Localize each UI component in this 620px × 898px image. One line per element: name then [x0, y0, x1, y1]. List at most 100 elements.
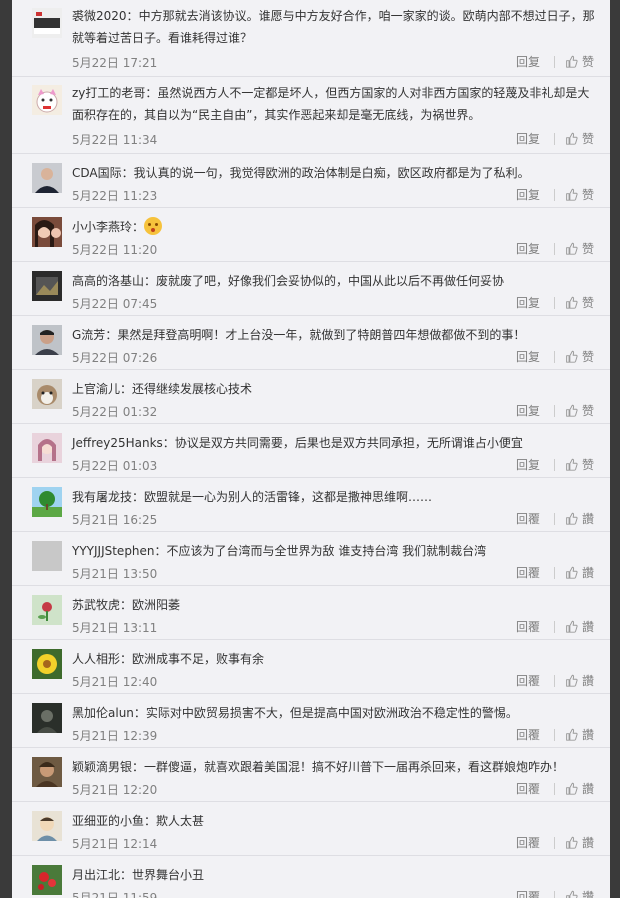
comment-username[interactable]: 我有屠龙技 — [72, 490, 132, 504]
action-divider — [553, 674, 555, 687]
avatar[interactable] — [32, 865, 62, 895]
avatar[interactable] — [32, 811, 62, 841]
like-label: 赞 — [581, 296, 594, 310]
like-button[interactable]: 赞 — [565, 456, 594, 473]
action-divider — [553, 836, 555, 849]
like-button[interactable]: 讚 — [565, 726, 594, 743]
like-button[interactable]: 赞 — [565, 348, 594, 365]
like-button[interactable]: 讚 — [565, 564, 594, 581]
reply-button[interactable]: 回复 — [516, 456, 540, 473]
reply-button[interactable]: 回复 — [516, 130, 540, 147]
comment-colon: ： — [121, 166, 134, 180]
action-divider — [553, 566, 555, 579]
reply-button[interactable]: 回复 — [516, 294, 540, 311]
like-button[interactable]: 赞 — [565, 294, 594, 311]
comment-body: 废就废了吧，好像我们会妥协似的，中国从此以后不再做任何妥协 — [156, 274, 505, 288]
action-divider — [553, 782, 555, 795]
like-button[interactable]: 赞 — [565, 186, 594, 203]
reply-button[interactable]: 回复 — [516, 53, 540, 70]
comment-timestamp: 5月21日 12:40 — [72, 675, 158, 689]
comment-username[interactable]: 高高的洛基山 — [72, 274, 144, 288]
like-button[interactable]: 讚 — [565, 780, 594, 797]
avatar[interactable] — [32, 541, 62, 571]
comment-username[interactable]: zy打工的老哥 — [72, 86, 145, 100]
comment-username[interactable]: 亚细亚的小鱼 — [72, 814, 144, 828]
comment-body: 一群傻逼，就喜欢跟着美国混！搞不好川普下一届再杀回来，看这群娘炮咋办！ — [144, 760, 565, 774]
avatar[interactable] — [32, 325, 62, 355]
like-label: 赞 — [581, 458, 594, 472]
like-label: 讚 — [581, 620, 594, 634]
reply-button[interactable]: 回覆 — [516, 780, 540, 797]
like-button[interactable]: 讚 — [565, 510, 594, 527]
comment-username[interactable]: YYYJJJStephen — [72, 544, 155, 558]
comment-username[interactable]: 颖颖滴男银 — [72, 760, 132, 774]
avatar[interactable] — [32, 163, 62, 193]
comment-timestamp: 5月21日 12:14 — [72, 837, 158, 851]
like-button[interactable]: 讚 — [565, 618, 594, 635]
comment-username[interactable]: 人人相形 — [72, 652, 120, 666]
comment-item: zy打工的老哥：虽然说西方人不一定都是坏人，但西方国家的人对非西方国家的轻蔑及非… — [12, 77, 610, 154]
comment-item: 我有屠龙技：欧盟就是一心为别人的活雷锋，这都是撒神思维啊…… 5月21日 16:2… — [12, 478, 610, 532]
reply-button[interactable]: 回覆 — [516, 510, 540, 527]
comment-item: 颖颖滴男银：一群傻逼，就喜欢跟着美国混！搞不好川普下一届再杀回来，看这群娘炮咋办… — [12, 748, 610, 802]
comment-colon: ： — [120, 598, 133, 612]
comment-actions: 回复 赞 — [516, 294, 594, 311]
comment-username[interactable]: 黑加伦alun — [72, 706, 134, 720]
comment-username[interactable]: 裘微2020 — [72, 9, 127, 23]
avatar[interactable] — [32, 757, 62, 787]
like-button[interactable]: 讚 — [565, 888, 594, 898]
avatar[interactable] — [32, 649, 62, 679]
comment-text: 亚细亚的小鱼：欺人太甚 — [72, 810, 596, 832]
comment-username[interactable]: 苏武牧虎 — [72, 598, 120, 612]
reply-button[interactable]: 回覆 — [516, 888, 540, 898]
avatar[interactable] — [32, 271, 62, 301]
comment-timestamp: 5月22日 11:23 — [72, 189, 158, 203]
like-button[interactable]: 赞 — [565, 130, 594, 147]
avatar[interactable] — [32, 379, 62, 409]
comment-item: 苏武牧虎：欧洲阳萎 5月21日 13:11 回覆 讚 — [12, 586, 610, 640]
avatar[interactable] — [32, 217, 62, 247]
reply-button[interactable]: 回覆 — [516, 672, 540, 689]
comment-username[interactable]: Jeffrey25Hanks — [72, 436, 163, 450]
reply-button[interactable]: 回复 — [516, 240, 540, 257]
thumbs-up-icon — [565, 188, 582, 201]
like-label: 讚 — [581, 728, 594, 742]
reply-button[interactable]: 回复 — [516, 186, 540, 203]
comment-username[interactable]: 月出江北 — [72, 868, 120, 882]
comment-text: 颖颖滴男银：一群傻逼，就喜欢跟着美国混！搞不好川普下一届再杀回来，看这群娘炮咋办… — [72, 756, 596, 778]
like-button[interactable]: 赞 — [565, 402, 594, 419]
action-divider — [553, 512, 555, 525]
like-button[interactable]: 讚 — [565, 834, 594, 851]
avatar[interactable] — [32, 595, 62, 625]
action-divider — [553, 296, 555, 309]
comment-actions: 回覆 讚 — [516, 834, 594, 851]
avatar[interactable] — [32, 433, 62, 463]
reply-button[interactable]: 回覆 — [516, 564, 540, 581]
reply-button[interactable]: 回覆 — [516, 618, 540, 635]
comment-timestamp: 5月22日 07:26 — [72, 351, 158, 365]
reply-button[interactable]: 回复 — [516, 348, 540, 365]
reply-button[interactable]: 回复 — [516, 402, 540, 419]
avatar[interactable] — [32, 8, 62, 38]
reply-button[interactable]: 回覆 — [516, 726, 540, 743]
reply-button[interactable]: 回覆 — [516, 834, 540, 851]
avatar[interactable] — [32, 703, 62, 733]
avatar[interactable] — [32, 85, 62, 115]
like-button[interactable]: 讚 — [565, 672, 594, 689]
avatar[interactable] — [32, 487, 62, 517]
like-button[interactable]: 赞 — [565, 53, 594, 70]
comment-username[interactable]: 上官渝儿 — [72, 382, 120, 396]
like-button[interactable]: 赞 — [565, 240, 594, 257]
action-divider — [553, 620, 555, 633]
thumbs-up-icon — [565, 782, 582, 795]
comment-username[interactable]: CDA国际 — [72, 166, 122, 180]
comment-username[interactable]: 小小李燕玲 — [72, 220, 132, 234]
comment-colon: ： — [145, 86, 158, 100]
thumbs-up-icon — [565, 836, 582, 849]
comment-body: 欧洲成事不足，败事有余 — [132, 652, 265, 666]
comment-username[interactable]: G流芳 — [72, 328, 105, 342]
action-divider — [553, 890, 555, 898]
comment-colon: ： — [162, 436, 175, 450]
like-label: 讚 — [581, 890, 594, 898]
comment-text: 上官渝儿：还得继续发展核心技术 — [72, 378, 596, 400]
